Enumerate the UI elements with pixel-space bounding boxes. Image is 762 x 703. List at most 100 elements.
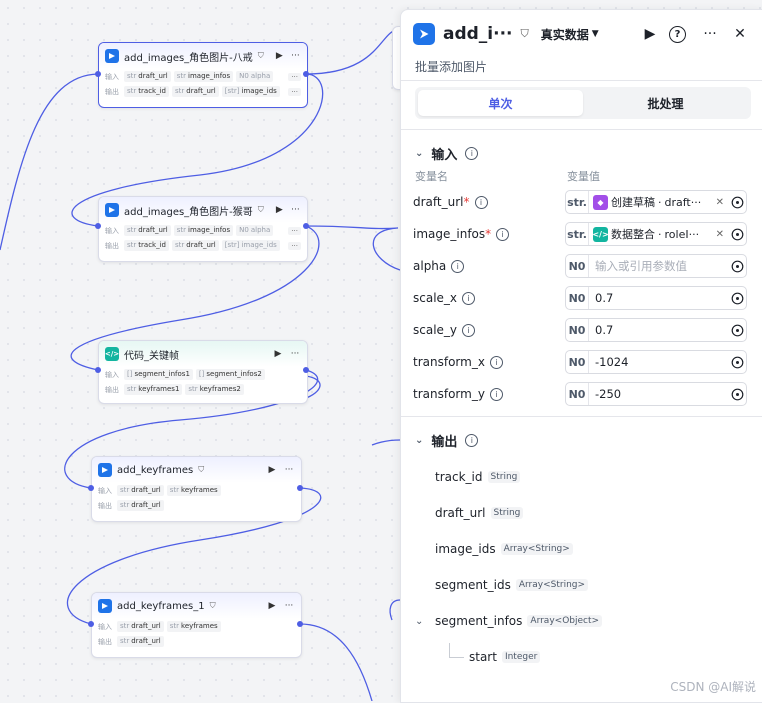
info-icon[interactable]: i [496,227,510,241]
input-params-list: draft_url* i str. ◆ 创建草稿 · draft··· ✕ imag… [401,186,762,410]
param-chip: N0 alpha [236,71,274,82]
param-chip: str draft_url [117,485,164,496]
run-node-button[interactable]: ▶ [274,205,285,215]
output-port[interactable] [297,485,303,491]
reference-picker-icon[interactable] [728,223,746,245]
type-selector[interactable]: N0 [566,287,589,309]
clear-icon[interactable]: ✕ [716,197,724,208]
chevron-down-icon[interactable]: ⌄ [415,616,430,627]
run-node-button[interactable]: ▶ [274,51,285,61]
node-title: add_keyframes [117,464,194,476]
type-selector[interactable]: N0 [566,383,589,405]
node-more-button[interactable]: ··· [290,51,301,61]
info-icon[interactable]: i [465,146,479,160]
more-params-button[interactable]: ··· [288,72,301,81]
clear-icon[interactable]: ✕ [716,229,724,240]
param-chip: [] segment_infos1 [124,369,193,380]
reference-picker-icon[interactable] [728,255,746,277]
workflow-node-add-keyframes[interactable]: add_keyframes ⛉ ▶ ··· 输入 str draft_url st… [91,456,302,522]
output-type-badge: Integer [501,651,541,663]
reference-picker-icon[interactable] [728,191,746,213]
param-value-input[interactable]: 0.7 [589,323,728,337]
reference-value[interactable]: ◆ 创建草稿 · draft··· ✕ [589,194,728,210]
input-port[interactable] [95,223,101,229]
help-icon[interactable]: ? [669,25,691,43]
reference-picker-icon[interactable] [728,383,746,405]
cube-icon: ◆ [593,194,608,210]
param-value-field[interactable]: str. ◆ 创建草稿 · draft··· ✕ [565,190,747,214]
col-name-header: 变量名 [415,170,448,183]
input-port[interactable] [95,367,101,373]
node-outputs-row: 输出 str track_id str draft_url [str] image_i… [99,238,307,253]
type-selector[interactable]: N0 [566,351,589,373]
workflow-node-code-keyframes[interactable]: </> 代码_关键帧 ▶ ··· 输入 [] segment_infos1 [] s… [98,340,308,404]
outputs-label: 输出 [98,637,112,646]
run-node-button[interactable]: ▶ [272,349,284,359]
output-port[interactable] [303,71,309,77]
close-icon[interactable]: ✕ [729,26,751,42]
node-more-button[interactable]: ··· [290,205,301,215]
param-value-input[interactable]: 0.7 [589,291,728,305]
tab-batch[interactable]: 批处理 [583,90,748,116]
output-param-row: segment_ids Array<String> [401,567,762,603]
info-icon[interactable]: i [451,259,465,273]
type-selector[interactable]: N0 [566,255,589,277]
param-value-field[interactable]: N0 0.7 [565,286,747,310]
code-icon: </> [105,347,119,361]
param-value-field[interactable]: str. </> 数据整合 · roleI··· ✕ [565,222,747,246]
input-port[interactable] [95,71,101,77]
reference-picker-icon[interactable] [728,351,746,373]
node-more-button[interactable]: ··· [283,601,295,611]
param-name: scale_y i [413,323,565,337]
input-section-header[interactable]: ⌄ 输入 i [401,138,762,168]
more-params-button[interactable]: ··· [288,87,301,96]
workflow-node-add-images-bajie[interactable]: add_images_角色图片-八戒 ⛉ ▶ ··· 输入 str draft_u… [98,42,308,108]
param-value-input[interactable]: 输入或引用参数值 [589,258,728,274]
param-value-field[interactable]: N0 输入或引用参数值 [565,254,747,278]
input-port[interactable] [88,485,94,491]
param-chip: str draft_url [124,225,171,236]
plugin-icon [105,49,119,63]
more-icon[interactable]: ··· [699,26,721,42]
info-icon[interactable]: i [462,323,476,337]
param-chip: str keyframes [166,485,221,496]
output-port[interactable] [303,223,309,229]
reference-picker-icon[interactable] [728,319,746,341]
info-icon[interactable]: i [462,291,476,305]
input-port[interactable] [88,621,94,627]
type-selector[interactable]: str. [566,191,589,213]
tab-single[interactable]: 单次 [418,90,583,116]
param-value-field[interactable]: N0 -1024 [565,350,747,374]
data-mode-select[interactable]: 真实数据 ▼ [541,26,599,43]
param-value-input[interactable]: -250 [589,387,728,401]
panel-title[interactable]: add_i··· [443,24,513,44]
output-port[interactable] [303,367,309,373]
more-params-button[interactable]: ··· [288,241,301,250]
section-title: 输出 [431,434,458,450]
node-more-button[interactable]: ··· [289,349,301,359]
run-node-button[interactable]: ▶ [266,465,278,475]
run-button[interactable]: ▶ [639,26,661,42]
info-icon[interactable]: i [489,355,503,369]
output-section-header[interactable]: ⌄ 输出 i [401,425,762,455]
output-param-row: image_ids Array<String> [401,531,762,567]
info-icon[interactable]: i [474,195,488,209]
type-selector[interactable]: str. [566,223,589,245]
run-node-button[interactable]: ▶ [266,601,278,611]
workflow-node-add-keyframes-1[interactable]: add_keyframes_1 ⛉ ▶ ··· 输入 str draft_url … [91,592,302,658]
node-more-button[interactable]: ··· [283,465,295,475]
param-value-field[interactable]: N0 0.7 [565,318,747,342]
info-icon[interactable]: i [465,433,479,447]
info-icon[interactable]: i [489,387,503,401]
param-value-input[interactable]: -1024 [589,355,728,369]
type-selector[interactable]: N0 [566,319,589,341]
more-params-button[interactable]: ··· [288,226,301,235]
reference-value[interactable]: </> 数据整合 · roleI··· ✕ [589,226,728,242]
param-value-field[interactable]: N0 -250 [565,382,747,406]
node-config-panel: add_i··· ⛉ 真实数据 ▼ ▶ ? ··· ✕ 批量添加图片 单次 批处理… [400,9,762,703]
reference-picker-icon[interactable] [728,287,746,309]
node-outputs-row: 输出 str track_id str draft_url [str] image_i… [99,84,307,99]
workflow-node-add-images-houge[interactable]: add_images_角色图片-猴哥 ⛉ ▶ ··· 输入 str draft_u… [98,196,308,262]
input-param-row: transform_x i N0 -1024 [401,346,762,378]
output-port[interactable] [297,621,303,627]
